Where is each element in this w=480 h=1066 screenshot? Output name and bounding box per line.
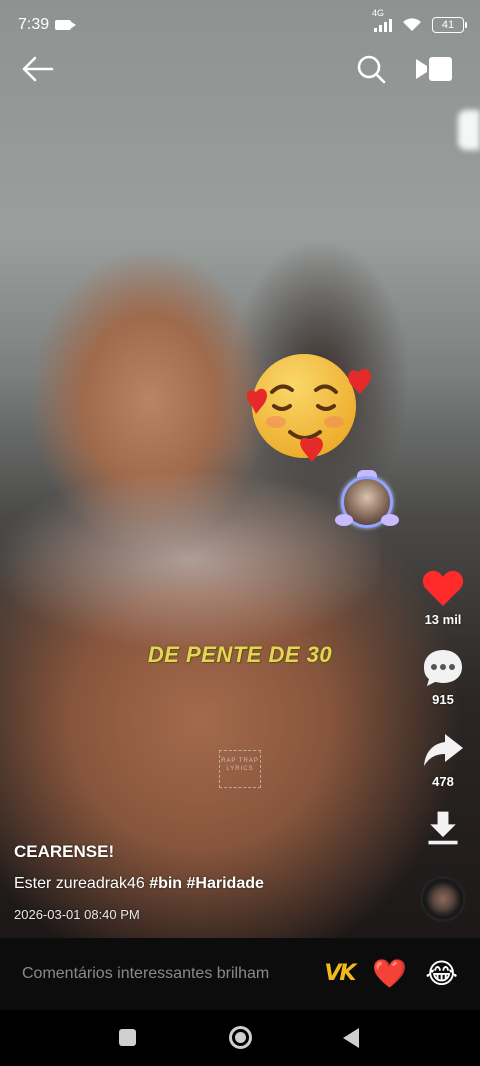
music-disc-icon[interactable] <box>420 876 466 922</box>
quick-reaction-laugh[interactable]: 😂 <box>425 960 458 988</box>
wifi-icon <box>403 18 421 31</box>
post-meta: CEARENSE! Ester zureadrak46 #bin #Harida… <box>14 842 404 922</box>
battery-level: 41 <box>441 19 455 31</box>
search-icon[interactable] <box>354 52 388 86</box>
status-right: 4G 41 <box>372 8 467 33</box>
hashtag-bin[interactable]: #bin <box>149 875 182 892</box>
battery-icon: 41 <box>432 17 467 33</box>
quick-reaction-heart[interactable]: ❤️ <box>372 960 407 988</box>
quick-reactions: VK ❤️ 😂 <box>324 960 458 988</box>
hashtag-haridade[interactable]: #Haridade <box>187 875 264 892</box>
like-count: 13 mil <box>424 612 462 627</box>
heart-icon <box>422 570 464 606</box>
status-time: 7:39 <box>18 16 50 33</box>
network-type: 4G <box>372 8 385 18</box>
share-arrow-icon <box>424 734 463 766</box>
comment-input[interactable]: Comentários interessantes brilham <box>22 965 324 983</box>
post-date: 2026-03-01 08:40 PM <box>14 907 140 922</box>
arrow-left-icon[interactable] <box>20 52 56 86</box>
recent-apps-icon[interactable] <box>119 1029 136 1046</box>
comment-bar: Comentários interessantes brilham VK ❤️ … <box>0 938 480 1010</box>
back-triangle-icon[interactable] <box>343 1028 359 1048</box>
signal-icon: 4G <box>372 8 392 32</box>
home-icon[interactable] <box>229 1026 252 1049</box>
video-camera-icon <box>55 20 77 30</box>
quick-reaction-vk[interactable]: VK <box>324 963 356 985</box>
status-left: 7:39 <box>18 16 77 34</box>
post-username[interactable]: CEARENSE! <box>14 842 404 862</box>
share-button[interactable]: 478 <box>403 730 480 789</box>
download-icon <box>428 811 458 845</box>
video-shirt-highlight <box>0 470 380 650</box>
post-description: Ester zureadrak46 #bin #Haridade <box>14 875 404 893</box>
avatar-wing-left <box>335 514 353 526</box>
comment-button[interactable]: 915 <box>403 648 480 707</box>
download-button[interactable] <box>403 808 480 848</box>
cast-screen-icon[interactable] <box>414 54 454 84</box>
creator-avatar-icon[interactable] <box>335 470 399 534</box>
share-count: 478 <box>432 774 454 789</box>
like-button[interactable]: 13 mil <box>403 568 480 627</box>
description-text: Ester zureadrak46 <box>14 875 145 892</box>
watermark-logo: RAP TRAP LYRICS <box>219 750 261 788</box>
comment-bubble-icon <box>424 650 462 686</box>
avatar-wing-right <box>381 514 399 526</box>
light-glow <box>458 110 480 150</box>
top-nav <box>0 50 480 90</box>
comment-count: 915 <box>432 692 454 707</box>
smiling-face-with-hearts-icon <box>246 354 371 462</box>
system-nav-bar <box>0 1010 480 1066</box>
status-bar: 7:39 4G 41 <box>0 0 480 50</box>
